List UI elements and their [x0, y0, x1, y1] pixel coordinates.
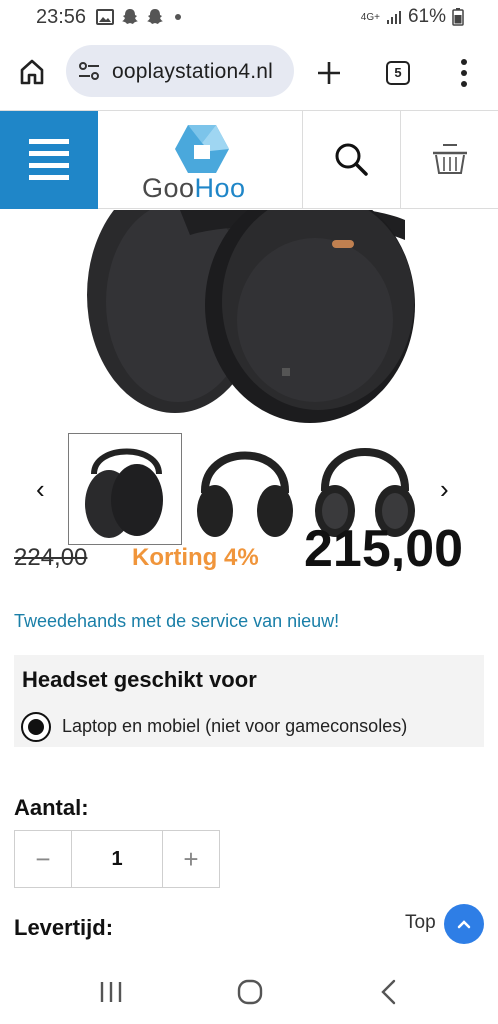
snapchat-icon [122, 9, 138, 24]
option-radio-selected[interactable] [21, 712, 51, 742]
increase-quantity-button[interactable]: + [163, 831, 219, 887]
more-notifications-dot [175, 14, 181, 20]
chevron-up-icon [457, 920, 471, 929]
network-type: 4G+ [360, 11, 380, 23]
option-label[interactable]: Laptop en mobiel (niet voor gameconsoles… [62, 716, 407, 737]
browser-toolbar: ooplaystation4.nl 5 [0, 40, 498, 104]
site-settings-icon[interactable] [78, 61, 100, 81]
thumbnail-1[interactable] [68, 433, 182, 545]
header-divider [302, 111, 303, 209]
quantity-label: Aantal: [14, 795, 89, 820]
product-main-image[interactable] [60, 210, 440, 425]
new-price: 215,00 [304, 527, 464, 571]
battery-icon [452, 8, 464, 26]
address-bar[interactable]: ooplaystation4.nl [66, 45, 294, 97]
site-header: GooHoo [0, 110, 498, 209]
hamburger-menu-button[interactable] [0, 111, 98, 209]
home-nav-icon[interactable] [236, 978, 264, 1006]
notification-icons [96, 8, 181, 26]
back-nav-icon[interactable] [378, 978, 400, 1006]
search-icon[interactable] [333, 141, 369, 177]
scroll-top-label[interactable]: Top [405, 912, 436, 934]
system-navigation-bar [0, 960, 498, 1024]
status-bar: 23:56 4G+ 61% [0, 0, 498, 36]
signal-icon [386, 11, 401, 24]
new-tab-icon[interactable] [316, 60, 342, 86]
quantity-input[interactable]: 1 [71, 831, 163, 887]
header-divider [400, 111, 401, 209]
delivery-time-label: Levertijd: [14, 915, 114, 940]
quantity-stepper: − 1 + [14, 830, 220, 888]
status-right: 4G+ 61% [361, 6, 464, 28]
gallery-icon [96, 9, 114, 25]
battery-level: 61% [407, 6, 446, 27]
shopping-basket-icon[interactable] [432, 143, 468, 175]
old-price: 224,00 [14, 544, 88, 571]
decrease-quantity-button[interactable]: − [15, 831, 71, 887]
logo-mark-icon [175, 125, 229, 173]
tab-switcher-button[interactable]: 5 [386, 61, 410, 85]
discount-label: Korting 4% [132, 544, 259, 571]
snapchat-icon [147, 9, 163, 24]
logo-text: GooHoo [142, 173, 246, 203]
headphones-thumbnail [197, 451, 293, 537]
headphones-thumbnail [85, 448, 163, 538]
product-tagline: Tweedehands met de service van nieuw! [14, 611, 340, 631]
compatibility-option-box: Headset geschikt voor Laptop en mobiel (… [14, 655, 484, 747]
recent-apps-icon[interactable] [98, 980, 124, 1004]
thumbnail-next-icon[interactable]: › [440, 474, 449, 505]
url-text[interactable]: ooplaystation4.nl [112, 60, 273, 84]
scroll-top-button[interactable] [444, 904, 484, 944]
headphones-image [87, 210, 415, 423]
thumbnail-prev-icon[interactable]: ‹ [36, 474, 45, 505]
thumbnail-2[interactable] [189, 433, 303, 545]
option-title: Headset geschikt voor [22, 667, 257, 692]
home-icon[interactable] [18, 58, 46, 86]
more-menu-icon[interactable] [456, 58, 472, 88]
status-time: 23:56 [36, 6, 87, 28]
